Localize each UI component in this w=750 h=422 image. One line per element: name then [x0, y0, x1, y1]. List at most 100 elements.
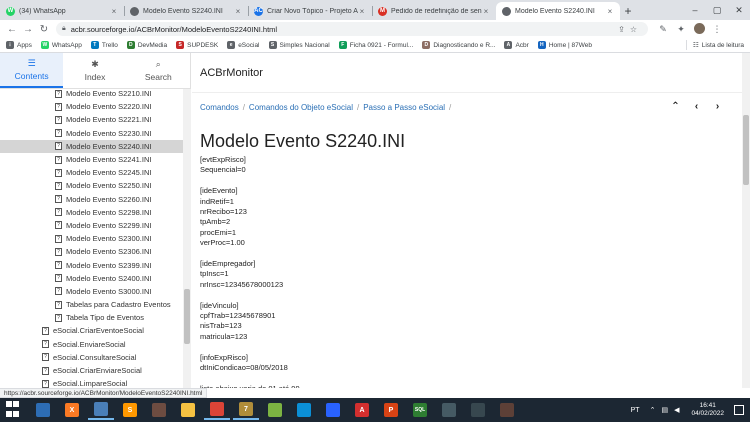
windows-start-icon[interactable] — [6, 401, 24, 419]
tree-item[interactable]: ? Modelo Evento S2298.INI — [0, 206, 183, 219]
maximize-icon[interactable]: ▢ — [706, 5, 728, 16]
back-arrow-icon[interactable]: ← — [4, 24, 20, 35]
explorer-app-icon[interactable] — [30, 400, 56, 420]
reading-list-icon: ☷ — [692, 42, 699, 49]
close-tab-icon[interactable]: × — [234, 7, 242, 16]
powerpoint-app-icon[interactable]: P — [378, 400, 404, 420]
extensions-icon[interactable]: ✎ — [654, 24, 672, 35]
bookmark-item[interactable]: S SUPDESK — [176, 41, 218, 49]
network-icon[interactable]: ▤ — [661, 406, 668, 414]
browser-tab[interactable]: AC Criar Novo Tópico - Projeto AC × — [248, 2, 372, 20]
bookmark-item[interactable]: F Ficha 0921 - Formul... — [338, 41, 413, 49]
new-tab-button[interactable]: + — [620, 2, 636, 20]
bookmark-item[interactable]: W WhatsApp — [40, 41, 82, 49]
tree-item[interactable]: ? Modelo Evento S2399.INI — [0, 258, 183, 271]
file-explorer-app-icon[interactable] — [175, 400, 201, 420]
support-app-icon[interactable] — [146, 400, 172, 420]
tree-item[interactable]: ? Modelo Evento S2299.INI — [0, 219, 183, 232]
help-page-icon: ? — [55, 208, 62, 217]
tree-item[interactable]: ? eSocial.EnviareSocial — [0, 338, 183, 351]
support-glyph-icon — [152, 403, 166, 417]
bookmark-star-icon[interactable]: ☆ — [630, 25, 642, 34]
notification-icon[interactable] — [734, 405, 744, 415]
tree-item[interactable]: ? Modelo Evento S2241.INI — [0, 153, 183, 166]
tool-app-icon[interactable] — [436, 400, 462, 420]
close-window-icon[interactable]: ✕ — [728, 5, 750, 16]
close-tab-icon[interactable]: × — [606, 7, 614, 16]
acrobat-app-icon[interactable]: A — [349, 400, 375, 420]
tree-item[interactable]: ? Modelo Evento S2250.INI — [0, 179, 183, 192]
bookmark-item[interactable]: H Home | 87Web — [537, 41, 592, 49]
reading-list[interactable]: ☷ Lista de leitura — [685, 40, 744, 50]
edge-app-icon[interactable] — [291, 400, 317, 420]
lock-icon[interactable]: 🔒︎ — [62, 25, 66, 33]
tree-item[interactable]: ? eSocial.CriarEventoeSocial — [0, 324, 183, 337]
clock[interactable]: 16:41 04/02/2022 — [691, 402, 724, 418]
minimize-icon[interactable]: – — [684, 5, 706, 15]
browser-tab[interactable]: Modelo Evento S2240.INI × — [496, 2, 620, 20]
sublime-app-icon[interactable]: S — [117, 400, 143, 420]
browser-tab[interactable]: W (34) WhatsApp × — [0, 2, 124, 20]
share-icon[interactable]: ⇪ — [618, 25, 630, 34]
tree-item[interactable]: ? Modelo Evento S2230.INI — [0, 127, 183, 140]
browser-tab[interactable]: M Pedido de redefinição de senh × — [372, 2, 496, 20]
rtl-app-icon[interactable] — [494, 400, 520, 420]
tab-search[interactable]: ⌕ Search — [127, 53, 190, 88]
tab-contents[interactable]: ☰ Contents — [0, 53, 64, 88]
reload-icon[interactable]: ↻ — [36, 24, 52, 35]
tree-item[interactable]: ? Modelo Evento S2400.INI — [0, 272, 183, 285]
forward-arrow-icon[interactable]: → — [20, 24, 36, 35]
bookmark-item[interactable]: e eSocial — [227, 41, 260, 49]
photos-glyph-icon — [268, 403, 282, 417]
bookmark-item[interactable]: T Trello — [90, 41, 118, 49]
tree-item[interactable]: ? eSocial.CriarEnviareSocial — [0, 364, 183, 377]
tree-item[interactable]: ? Modelo Evento S2240.INI — [0, 139, 183, 153]
close-tab-icon[interactable]: × — [110, 7, 118, 16]
tree-item[interactable]: ? Modelo Evento S2245.INI — [0, 166, 183, 179]
address-url[interactable]: acbr.sourceforge.io/ACBrMonitor/ModeloEv… — [71, 25, 618, 34]
rdp-app-icon[interactable] — [465, 400, 491, 420]
profile-avatar[interactable] — [690, 22, 708, 36]
store-app-icon[interactable] — [320, 400, 346, 420]
breadcrumb-link[interactable]: Comandos do Objeto eSocial — [249, 103, 353, 112]
tree-item[interactable]: ? Modelo Evento S2260.INI — [0, 193, 183, 206]
tree-item[interactable]: ? Tabela Tipo de Eventos — [0, 311, 183, 324]
language-indicator[interactable]: PT — [631, 407, 640, 414]
bookmark-item[interactable]: ⋮ Apps — [6, 41, 32, 49]
tree-item[interactable]: ? Modelo Evento S2300.INI — [0, 232, 183, 245]
volume-icon[interactable]: ◀︎ — [674, 406, 679, 414]
next-chevron-icon[interactable]: › — [707, 101, 728, 112]
bookmark-item[interactable]: A Acbr — [504, 41, 529, 49]
sql-app-icon[interactable]: SQL — [407, 400, 433, 420]
breadcrumb-link[interactable]: Comandos — [200, 103, 239, 112]
tree-item[interactable]: ? Modelo Evento S2220.INI — [0, 100, 183, 113]
tree-item[interactable]: ? Modelo Evento S2221.INI — [0, 113, 183, 126]
contents-scrollbar[interactable] — [183, 89, 191, 388]
menu-kebab-icon[interactable]: ⋮ — [708, 24, 726, 35]
close-tab-icon[interactable]: × — [482, 7, 490, 16]
photos-app-icon[interactable] — [262, 400, 288, 420]
tree-item[interactable]: ? Modelo Evento S2306.INI — [0, 245, 183, 258]
chrome-app-icon[interactable] — [204, 400, 230, 420]
remote-app-icon[interactable] — [88, 400, 114, 420]
bookmark-item[interactable]: D DevMedia — [126, 41, 167, 49]
close-tab-icon[interactable]: × — [358, 7, 366, 16]
delphi-app-icon[interactable]: 7 — [233, 400, 259, 420]
bookmark-item[interactable]: S Simples Nacional — [268, 41, 330, 49]
breadcrumb-link[interactable]: Passo a Passo eSocial — [363, 103, 445, 112]
tree-item[interactable]: ? Tabelas para Cadastro Eventos — [0, 298, 183, 311]
up-chevron-icon[interactable]: ⌃ — [665, 101, 686, 112]
bookmark-item[interactable]: D Diagnosticando e R... — [422, 41, 495, 49]
browser-tab[interactable]: Modelo Evento S2240.INI × — [124, 2, 248, 20]
xampp-app-icon[interactable]: X — [59, 400, 85, 420]
address-bar[interactable]: 🔒︎ acbr.sourceforge.io/ACBrMonitor/Model… — [56, 22, 648, 36]
puzzle-icon[interactable]: ✦ — [672, 24, 690, 35]
tree-item[interactable]: ? Modelo Evento S3000.INI — [0, 285, 183, 298]
previous-chevron-icon[interactable]: ‹ — [686, 101, 707, 112]
tray-arrow-icon[interactable]: ⌃ — [650, 406, 656, 414]
tree-item[interactable]: ? eSocial.ConsultareSocial — [0, 351, 183, 364]
tree-item[interactable]: ? Modelo Evento S2210.INI — [0, 89, 183, 100]
tab-index[interactable]: ✱ Index — [63, 53, 126, 88]
page-scrollbar[interactable] — [742, 53, 750, 388]
tree-item[interactable]: ? eSocial.LimpareSocial — [0, 377, 183, 388]
